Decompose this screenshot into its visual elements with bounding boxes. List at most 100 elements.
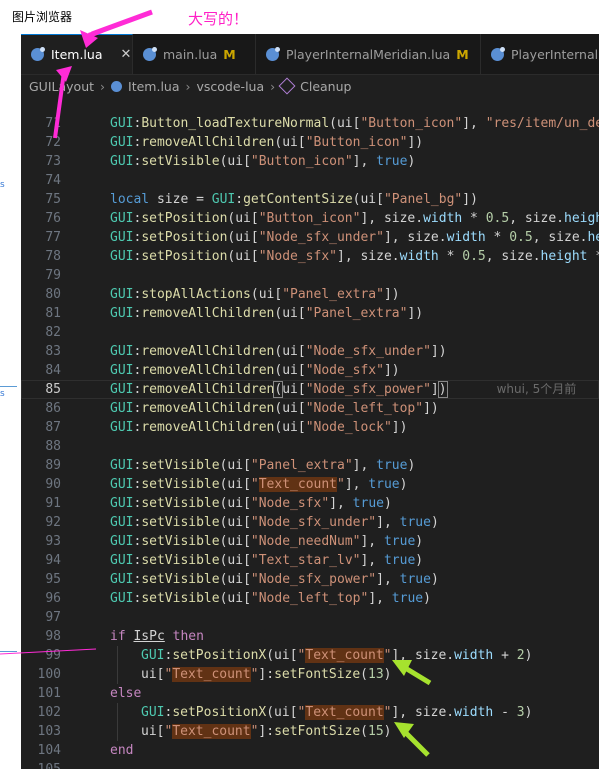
code-token: ]) <box>407 306 424 321</box>
code-line[interactable]: 103 ui["Text_count"]:setFontSize(15) <box>21 722 599 741</box>
code-token: Text_count <box>172 724 251 739</box>
line-number: 92 <box>45 515 61 530</box>
code-line[interactable]: 100 ui["Text_count"]:setFontSize(13) <box>21 665 599 684</box>
code-token: setVisible <box>141 553 220 568</box>
code-line[interactable]: 104 end <box>21 741 599 760</box>
code-token: ]) <box>407 135 424 150</box>
code-text: GUI:setVisible(ui["Button_icon"], true) <box>110 152 415 171</box>
code-editor: Item.lua ✕ main.lua M PlayerInternalMeri… <box>21 34 599 769</box>
code-token: Text_count <box>305 705 384 720</box>
code-token: ], <box>368 591 392 606</box>
code-line[interactable]: 95 GUI:setVisible(ui["Node_sfx_power"], t… <box>21 570 599 589</box>
code-line[interactable]: 86 GUI:removeAllChildren(ui["Node_left_to… <box>21 399 599 418</box>
code-token: setPositionX <box>172 648 267 663</box>
code-token: ]: <box>258 667 275 682</box>
line-number: 104 <box>37 743 61 758</box>
chevron-right-icon: › <box>270 78 276 94</box>
breadcrumb-item[interactable]: Item.lua <box>128 79 179 94</box>
code-token: ] <box>430 382 439 397</box>
code-token: ) <box>430 572 439 587</box>
code-token: * <box>438 249 463 264</box>
code-line[interactable]: 90 GUI:setVisible(ui["Text_count"], true) <box>21 475 599 494</box>
code-line[interactable]: 73 GUI:setVisible(ui["Button_icon"], true… <box>21 152 599 171</box>
tab-main-lua[interactable]: main.lua M <box>133 34 256 74</box>
code-token: setVisible <box>141 534 220 549</box>
code-token: (ui[ <box>274 344 306 359</box>
code-text: GUI:removeAllChildren(ui["Node_sfx_under… <box>110 342 447 361</box>
code-line[interactable]: 96 GUI:setVisible(ui["Node_left_top"], tr… <box>21 589 599 608</box>
code-line[interactable]: 105 <box>21 760 599 769</box>
tab-item-lua[interactable]: Item.lua ✕ <box>21 34 133 74</box>
code-area[interactable]: 71 GUI:Button_loadTextureNormal(ui["Butto… <box>21 97 599 769</box>
code-token: "Node_needNum" <box>250 534 361 549</box>
tab-player-internal-meridian[interactable]: PlayerInternalMeridian.lua M <box>256 34 481 74</box>
code-token: ]) <box>430 344 447 359</box>
code-token: ) <box>415 553 424 568</box>
code-line[interactable]: 99 GUI:setPositionX(ui["Text_count"], siz… <box>21 646 599 665</box>
code-token: setVisible <box>141 515 220 530</box>
code-line[interactable]: 76 GUI:setPosition(ui["Button_icon"], siz… <box>21 209 599 228</box>
code-text: GUI:setPositionX(ui["Text_count"], size.… <box>141 646 532 665</box>
code-line[interactable]: 78 GUI:setPosition(ui["Node_sfx"], size.w… <box>21 247 599 266</box>
code-line[interactable]: 93 GUI:setVisible(ui["Node_needNum"], tru… <box>21 532 599 551</box>
code-line[interactable]: 72 GUI:removeAllChildren(ui["Button_icon"… <box>21 133 599 152</box>
code-token: ) <box>399 477 408 492</box>
code-token: GUI <box>110 553 134 568</box>
tab-player-internal-m[interactable]: PlayerInternalM <box>481 34 599 74</box>
code-line[interactable]: 83 GUI:removeAllChildren(ui["Node_sfx_und… <box>21 342 599 361</box>
lua-file-icon <box>491 46 505 61</box>
code-token: ) <box>383 496 392 511</box>
breadcrumb: GUILayout › Item.lua › vscode-lua › Clea… <box>21 75 599 97</box>
code-token: hei <box>587 230 599 245</box>
code-text: if IsPc then <box>110 627 204 646</box>
code-line[interactable]: 88 <box>21 437 599 456</box>
code-line[interactable]: 79 <box>21 266 599 285</box>
code-text: local size = GUI:getContentSize(ui["Pane… <box>110 190 478 209</box>
code-line[interactable]: 87 GUI:removeAllChildren(ui["Node_lock"]) <box>21 418 599 437</box>
code-line[interactable]: 92 GUI:setVisible(ui["Node_sfx_under"], t… <box>21 513 599 532</box>
code-line[interactable]: 98 if IsPc then <box>21 627 599 646</box>
indent-guide <box>117 646 118 665</box>
code-line[interactable]: 71 GUI:Button_loadTextureNormal(ui["Butto… <box>21 114 599 133</box>
code-line[interactable]: 80 GUI:stopAllActions(ui["Panel_extra"]) <box>21 285 599 304</box>
breadcrumb-item[interactable]: GUILayout <box>29 79 94 94</box>
code-line[interactable]: 97 <box>21 608 599 627</box>
code-token: " <box>337 477 345 492</box>
code-token: ], size. <box>391 648 455 663</box>
code-token: ) <box>383 667 392 682</box>
code-line[interactable]: 74 <box>21 171 599 190</box>
code-line[interactable]: 75 local size = GUI:getContentSize(ui["Pa… <box>21 190 599 209</box>
code-token: height <box>540 249 588 264</box>
code-token: ) <box>437 381 448 398</box>
code-token: true <box>399 572 431 587</box>
breadcrumb-item[interactable]: vscode-lua <box>197 79 265 94</box>
code-token: true <box>376 154 408 169</box>
code-line[interactable]: 101 else <box>21 684 599 703</box>
code-token: ], <box>376 572 400 587</box>
code-token: (ui[ <box>274 363 306 378</box>
code-token: true <box>383 553 416 568</box>
code-token: (ui[ <box>274 401 306 416</box>
code-token: removeAllChildren <box>141 420 275 435</box>
code-line[interactable]: 91 GUI:setVisible(ui["Node_sfx"], true) <box>21 494 599 513</box>
code-line[interactable]: 77 GUI:setPosition(ui["Node_sfx_under"], … <box>21 228 599 247</box>
code-token: size <box>156 192 189 207</box>
line-number: 100 <box>37 667 61 682</box>
indent-guide <box>117 722 118 741</box>
breadcrumb-item[interactable]: Cleanup <box>300 79 351 94</box>
code-line[interactable]: 84 GUI:removeAllChildren(ui["Node_sfx"]) <box>21 361 599 380</box>
code-line[interactable]: 102 GUI:setPositionX(ui["Text_count"], si… <box>21 703 599 722</box>
code-token: GUI <box>141 648 165 663</box>
code-line[interactable]: 94 GUI:setVisible(ui["Text_star_lv"], tru… <box>21 551 599 570</box>
code-line[interactable]: 81 GUI:removeAllChildren(ui["Panel_extra"… <box>21 304 599 323</box>
code-line[interactable]: 89 GUI:setVisible(ui["Panel_extra"], true… <box>21 456 599 475</box>
code-token: removeAllChildren <box>141 382 275 397</box>
close-icon[interactable]: ✕ <box>120 47 131 62</box>
code-token: 0.5 <box>462 249 486 264</box>
code-line[interactable]: 82 <box>21 323 599 342</box>
code-token: if <box>110 629 134 644</box>
code-token: 0.5 <box>485 211 510 226</box>
code-text: ui["Text_count"]:setFontSize(13) <box>141 665 391 684</box>
code-token: * <box>485 230 510 245</box>
code-line[interactable]: 85 GUI:removeAllChildren(ui["Node_sfx_pow… <box>21 380 599 399</box>
